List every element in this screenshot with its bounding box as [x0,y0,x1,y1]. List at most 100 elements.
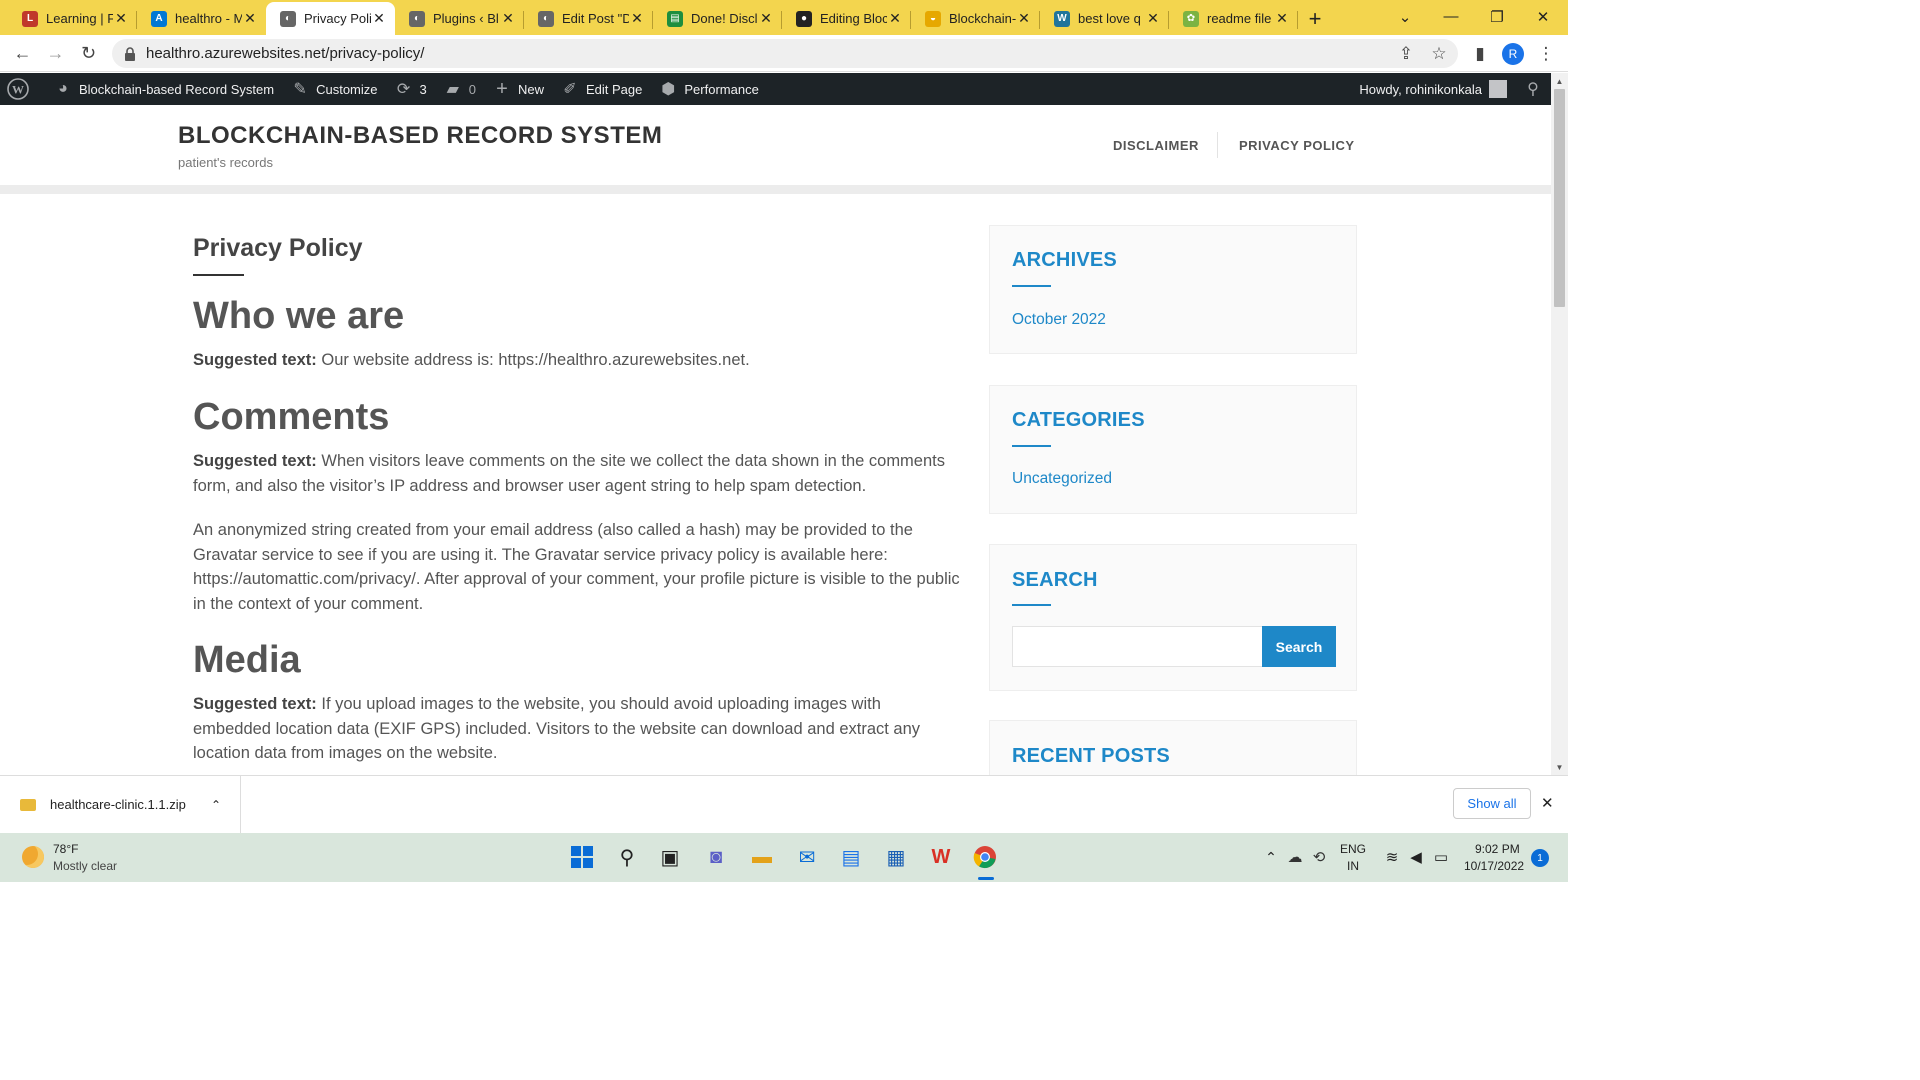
browser-tab-1[interactable]: Ahealthro - M ✕ [137,2,266,35]
browser-tab-9[interactable]: ✿ readme file ✕ [1169,2,1298,35]
tab-close-icon[interactable]: ✕ [1145,10,1161,27]
category-link-uncategorized[interactable]: Uncategorized [1012,470,1112,488]
recent-posts-title: RECENT POSTS [1012,745,1170,767]
tab-label: Privacy Poli [304,11,371,26]
chrome-icon[interactable] [972,844,998,870]
nav-disclaimer[interactable]: DISCLAIMER [1113,138,1199,153]
widget-search: SEARCH Search [989,544,1357,691]
search-icon[interactable]: ⚲ [614,844,640,870]
tab-close-icon[interactable]: ✕ [1016,10,1032,27]
browser-tab-5[interactable]: ▤ Done! Discl ✕ [653,2,782,35]
show-hidden-icons-chevron-icon[interactable]: ⌃ [1258,844,1284,870]
close-download-shelf-icon[interactable]: ✕ [1541,794,1554,812]
weather-moon-icon[interactable] [22,846,44,868]
forward-icon[interactable]: → [39,37,72,70]
onedrive-cloud-icon[interactable]: ☁ [1282,844,1308,870]
close-window-icon[interactable]: ✕ [1520,0,1566,33]
admin-comments[interactable]: ▰ 0 [435,73,484,105]
mail-icon[interactable]: ✉ [794,844,820,870]
search-input[interactable] [1012,626,1263,667]
tab-close-icon[interactable]: ✕ [629,10,645,27]
download-chevron-up-icon[interactable]: ⌃ [211,798,221,812]
site-tagline: patient's records [178,155,273,170]
tab-label: Blockchain- [949,11,1016,26]
paintbrush-icon: ✎ [293,81,307,98]
tab-close-icon[interactable]: ✕ [1274,10,1290,27]
admin-performance[interactable]: ⬢ Performance [650,73,766,105]
language-region[interactable]: IN [1347,859,1359,873]
search-title: SEARCH [1012,569,1098,591]
wps-office-icon[interactable]: W [928,844,954,870]
bookmark-star-icon[interactable]: ☆ [1423,35,1455,72]
store-icon[interactable]: ▦ [883,844,909,870]
tab-close-icon[interactable]: ✕ [500,10,516,27]
file-explorer-icon[interactable]: ▬ [749,844,775,870]
restore-icon[interactable]: ❐ [1474,0,1520,33]
admin-updates[interactable]: ⟳ 3 [386,73,435,105]
widget-recent-posts: RECENT POSTS [989,720,1357,775]
tab-close-icon[interactable]: ✕ [758,10,774,27]
clock-date[interactable]: 10/17/2022 [1464,859,1524,873]
browser-tab-3[interactable]: ◐ Plugins ‹ Bl ✕ [395,2,524,35]
address-toolbar: ← → ↻ healthro.azurewebsites.net/privacy… [0,35,1568,72]
wifi-icon[interactable]: ≋ [1379,844,1405,870]
share-icon[interactable]: ⇪ [1390,35,1422,72]
browser-tab-4[interactable]: ◐ Edit Post "D ✕ [524,2,653,35]
admin-site-name[interactable]: ◕ Blockchain-based Record System [45,73,282,105]
side-panel-icon[interactable]: ▮ [1464,35,1496,72]
new-tab-button[interactable]: + [1298,2,1332,35]
menu-kebab-icon[interactable]: ⋮ [1530,35,1562,72]
admin-edit-page[interactable]: ✐ Edit Page [552,73,650,105]
tab-close-icon[interactable]: ✕ [371,10,387,27]
chat-icon[interactable]: ◙ [703,844,729,870]
battery-icon[interactable]: ▭ [1428,844,1454,870]
sync-icon[interactable]: ⟲ [1306,844,1332,870]
active-app-indicator [978,877,994,880]
archives-underline [1012,285,1051,287]
tab-label: Learning | F [46,11,113,26]
paragraph-media: Suggested text: If you upload images to … [193,695,921,762]
task-view-icon[interactable]: ▣ [657,844,683,870]
admin-customize[interactable]: ✎ Customize [282,73,385,105]
scroll-down-icon[interactable]: ▼ [1551,759,1568,775]
show-all-downloads-button[interactable]: Show all [1453,788,1531,819]
wordpress-logo-icon[interactable]: W [0,73,37,105]
tab-close-icon[interactable]: ✕ [887,10,903,27]
back-icon[interactable]: ← [6,37,39,70]
header-divider [0,185,1551,194]
tab-close-icon[interactable]: ✕ [113,10,129,27]
language-eng[interactable]: ENG [1340,842,1366,856]
reload-icon[interactable]: ↻ [72,37,105,70]
notification-badge[interactable]: 1 [1531,849,1549,867]
page-scrollbar[interactable]: ▲ ▼ [1551,73,1568,775]
url-bar[interactable]: healthro.azurewebsites.net/privacy-polic… [112,39,1458,68]
nav-privacy-policy[interactable]: PRIVACY POLICY [1239,138,1355,153]
admin-new[interactable]: + New [484,73,552,105]
weather-temp: 78°F [53,842,79,856]
notepad-icon[interactable]: ▤ [838,844,864,870]
archive-link-october-2022[interactable]: October 2022 [1012,311,1106,329]
search-button[interactable]: Search [1262,626,1336,667]
browser-tab-7[interactable]: ◒ Blockchain- ✕ [911,2,1040,35]
browser-tab-6[interactable]: ● Editing Bloc ✕ [782,2,911,35]
browser-tab-strip: L Learning | F ✕ Ahealthro - M ✕ ◐ Privacy Pol… [0,0,1568,35]
tab-search-chevron-icon[interactable]: ⌄ [1382,0,1428,33]
scroll-up-icon[interactable]: ▲ [1551,73,1568,89]
minimize-icon[interactable]: — [1428,0,1474,33]
scroll-thumb[interactable] [1554,89,1565,307]
windows-start-icon[interactable] [569,844,595,870]
browser-tab-8[interactable]: Wbest love q ✕ [1040,2,1169,35]
url-text: healthro.azurewebsites.net/privacy-polic… [146,45,425,62]
tab-close-icon[interactable]: ✕ [242,10,258,27]
clock-time[interactable]: 9:02 PM [1475,842,1520,856]
paragraph-gravatar: An anonymized string created from your e… [193,521,960,613]
admin-search-icon[interactable]: ⚲ [1515,73,1551,105]
download-item[interactable]: healthcare-clinic.1.1.zip ⌃ [0,776,241,833]
browser-tab-2[interactable]: ◐ Privacy Poli ✕ [266,2,395,35]
site-title[interactable]: BLOCKCHAIN-BASED RECORD SYSTEM [178,122,662,150]
admin-howdy-account[interactable]: Howdy, rohinikonkala [1351,73,1515,105]
browser-tab-0[interactable]: L Learning | F ✕ [8,2,137,35]
volume-icon[interactable]: ◀ [1403,844,1429,870]
profile-avatar[interactable]: R [1497,35,1529,72]
tab-favicon-icon: ◐ [409,10,425,27]
